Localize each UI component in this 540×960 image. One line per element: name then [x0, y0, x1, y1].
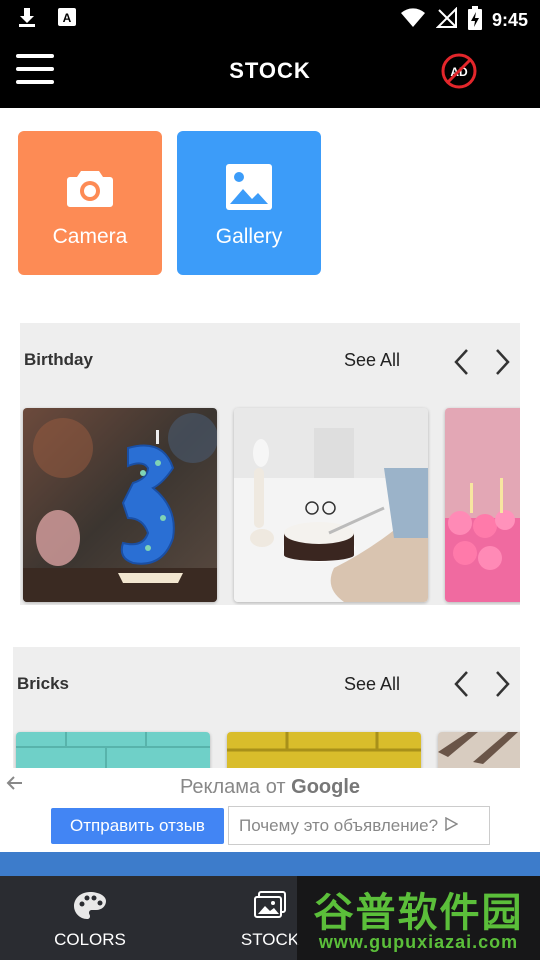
app-bar: STOCK AD: [0, 36, 540, 108]
ad-title-prefix: Реклама от: [179, 776, 286, 798]
nav-colors[interactable]: COLORS: [0, 876, 180, 960]
see-all-button[interactable]: See All: [344, 350, 400, 371]
see-all-button[interactable]: See All: [344, 674, 400, 695]
gallery-label: Gallery: [215, 225, 283, 248]
no-signal-icon: [435, 6, 458, 34]
yellow-brick-wall-image: [227, 732, 421, 768]
no-ads-button[interactable]: AD: [440, 52, 478, 90]
camera-button[interactable]: Camera: [18, 131, 162, 275]
ad-banner: Реклама от Google Отправить отзыв Почему…: [0, 768, 540, 852]
wifi-icon: [400, 7, 426, 34]
birthday-cake-cut-image: [234, 408, 428, 602]
why-this-ad-label: Почему это объявление?: [239, 815, 439, 835]
no-ads-icon: AD: [441, 53, 477, 89]
battery-charging-icon: [467, 6, 482, 35]
google-logo: Google: [291, 776, 361, 798]
birthday-thumb-2[interactable]: [234, 408, 428, 602]
watermark-url: www.gupuxiazai.com: [318, 932, 519, 952]
ad-choices-icon: [444, 816, 459, 836]
teal-brick-wall-image: [16, 732, 210, 768]
nav-colors-label: COLORS: [54, 930, 126, 949]
clock: 9:45: [491, 10, 528, 30]
bricks-thumb-2[interactable]: [227, 732, 421, 768]
bricks-thumb-3[interactable]: [438, 732, 520, 768]
camera-label: Camera: [52, 225, 128, 248]
next-arrow-icon[interactable]: [490, 669, 514, 699]
prev-arrow-icon[interactable]: [450, 347, 474, 377]
brown-brick-wall-image: [438, 732, 520, 768]
gallery-button[interactable]: Gallery: [177, 131, 321, 275]
birthday-candle-image: [23, 408, 217, 602]
watermark: 谷普软件园 www.gupuxiazai.com: [297, 876, 540, 960]
bricks-thumb-1[interactable]: [16, 732, 210, 768]
why-this-ad-button[interactable]: Почему это объявление?: [228, 806, 490, 845]
birthday-thumb-3[interactable]: [445, 408, 520, 602]
section-title: Birthday: [24, 350, 93, 369]
section-title: Bricks: [17, 674, 69, 693]
birthday-section: Birthday See All: [20, 323, 520, 605]
palette-icon: [72, 890, 108, 922]
ad-title: Реклама от Google: [0, 776, 540, 799]
send-feedback-button[interactable]: Отправить отзыв: [51, 808, 224, 844]
prev-arrow-icon[interactable]: [450, 669, 474, 699]
next-arrow-icon[interactable]: [490, 347, 514, 377]
text-a-icon: A: [56, 6, 78, 33]
download-icon: [16, 6, 38, 33]
stock-images-icon: [252, 890, 288, 922]
bricks-section: Bricks See All: [13, 647, 520, 768]
watermark-cn-text: 谷普软件园: [313, 890, 524, 936]
birthday-thumb-1[interactable]: [23, 408, 217, 602]
birthday-pink-cake-image: [445, 408, 520, 602]
svg-text:A: A: [63, 11, 72, 25]
camera-icon: [64, 161, 116, 213]
ad-strip: [0, 852, 540, 876]
image-icon: [223, 161, 275, 213]
status-bar: A 9:45: [0, 0, 540, 36]
